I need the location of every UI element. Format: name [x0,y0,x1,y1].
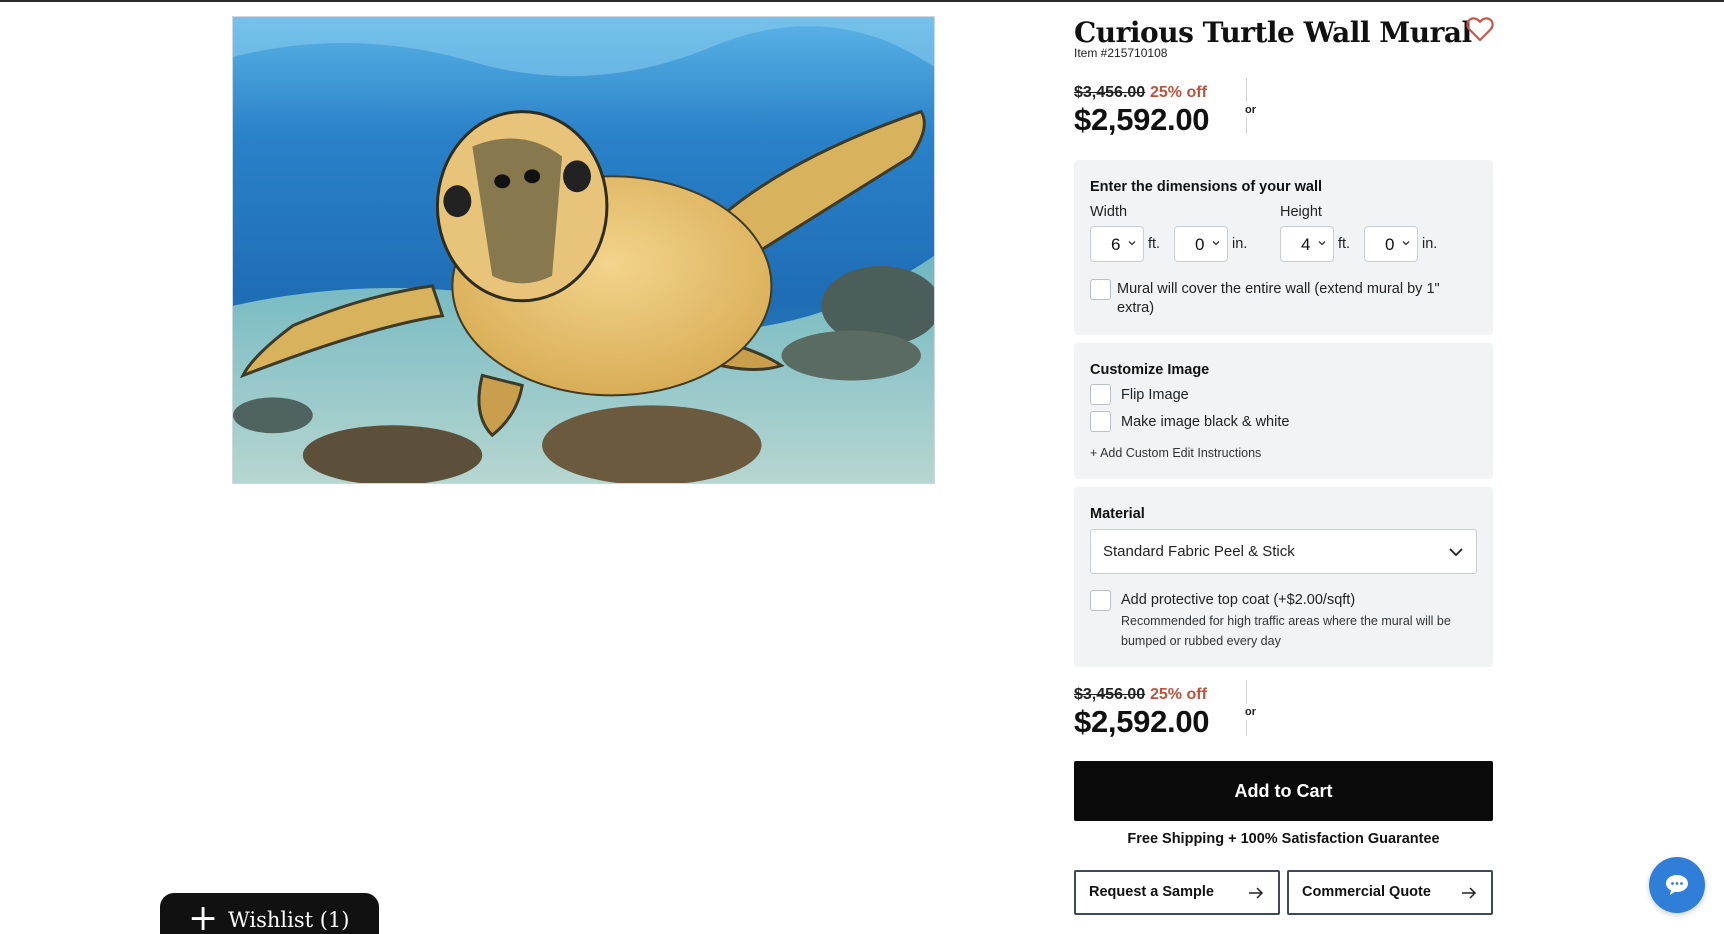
commercial-quote-button[interactable]: Commercial Quote [1287,870,1493,915]
top-coat-label: Add protective top coat (+$2.00/sqft) [1121,592,1356,608]
cover-wall-label-line2: extra) [1117,300,1155,316]
original-price: $3,456.00 [1074,686,1146,703]
heart-icon[interactable] [1466,16,1494,42]
height-ft-unit: ft. [1338,236,1351,252]
chevron-down-icon [1212,241,1220,246]
material-select[interactable]: Standard Fabric Peel & Stick [1090,529,1477,574]
material-title: Material [1090,506,1145,522]
width-in-unit: in. [1232,236,1248,252]
current-price: $2,592.00 [1074,704,1210,739]
cover-wall-checkbox[interactable] [1090,279,1111,300]
flip-image-checkbox[interactable] [1090,384,1111,405]
top-border [0,0,1724,2]
chat-button[interactable] [1649,857,1705,913]
chevron-down-icon [1449,548,1463,557]
product-image[interactable] [232,16,935,484]
height-inches-select[interactable]: 0 [1364,226,1418,262]
width-inches-select[interactable]: 0 [1174,226,1228,262]
black-white-label: Make image black & white [1121,414,1290,430]
top-coat-note-line2: bumped or rubbed every day [1121,634,1281,648]
plus-icon: + [188,898,219,934]
dimensions-title: Enter the dimensions of your wall [1090,179,1323,195]
shipping-note: Free Shipping + 100% Satisfaction Guaran… [1127,831,1440,847]
turtle-photo [233,17,934,483]
width-feet-value: 6 [1111,235,1121,254]
material-panel: Material Standard Fabric Peel & Stick Ad… [1074,487,1493,667]
customize-panel: Customize Image Flip Image Make image bl… [1074,343,1493,479]
or-label: or [1244,704,1257,720]
width-inches-value: 0 [1195,235,1205,254]
arrow-right-icon [1249,887,1264,899]
discount-label: 25% off [1150,84,1207,101]
request-sample-button[interactable]: Request a Sample [1074,870,1280,915]
add-to-cart-button[interactable]: Add to Cart [1074,761,1493,821]
request-sample-label: Request a Sample [1089,884,1214,900]
price-block-bottom: $3,456.00 25% off $2,592.00 or [1074,680,1493,740]
height-in-unit: in. [1422,236,1438,252]
discount-label: 25% off [1150,686,1207,703]
flip-image-label: Flip Image [1121,387,1189,403]
top-coat-note-line1: Recommended for high traffic areas where… [1121,614,1451,628]
height-inches-value: 0 [1385,235,1395,254]
wishlist-tab[interactable]: + Wishlist (1) [160,893,379,934]
height-label: Height [1280,204,1322,220]
original-price: $3,456.00 [1074,84,1146,101]
material-selected: Standard Fabric Peel & Stick [1103,543,1295,560]
or-label: or [1244,102,1257,118]
height-feet-value: 4 [1301,235,1311,254]
top-coat-checkbox[interactable] [1090,590,1111,611]
chevron-down-icon [1318,241,1326,246]
item-number: Item #215710108 [1074,46,1168,60]
chevron-down-icon [1402,241,1410,246]
price-block-top: $3,456.00 25% off $2,592.00 or [1074,78,1493,138]
current-price: $2,592.00 [1074,102,1210,137]
cover-wall-label-line1: Mural will cover the entire wall (extend… [1117,281,1440,297]
wishlist-label: Wishlist (1) [228,908,350,932]
add-custom-edit-link[interactable]: + Add Custom Edit Instructions [1090,443,1261,463]
chevron-down-icon [1128,241,1136,246]
width-ft-unit: ft. [1148,236,1161,252]
customize-title: Customize Image [1090,362,1210,378]
commercial-quote-label: Commercial Quote [1302,884,1431,900]
chat-bubble-icon [1666,875,1688,895]
height-feet-select[interactable]: 4 [1280,226,1334,262]
width-feet-select[interactable]: 6 [1090,226,1144,262]
black-white-checkbox[interactable] [1090,411,1111,432]
width-label: Width [1090,204,1128,220]
dimensions-panel: Enter the dimensions of your wall Width … [1074,160,1493,335]
arrow-right-icon [1462,887,1477,899]
product-title: Curious Turtle Wall Mural [1074,16,1472,49]
